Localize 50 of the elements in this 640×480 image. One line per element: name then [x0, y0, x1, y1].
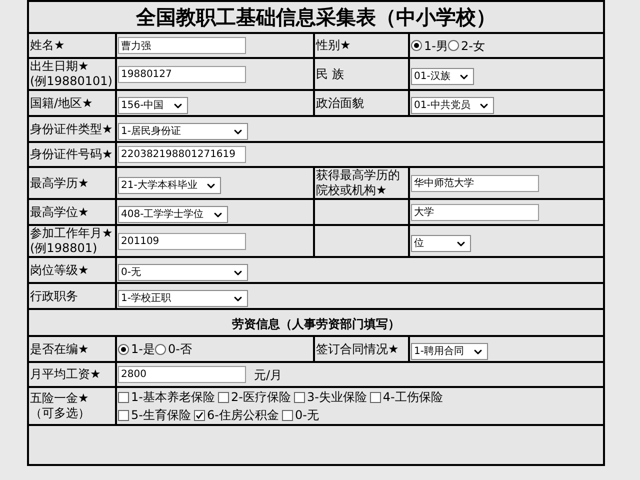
- field-label: 是否在编★: [30, 342, 89, 356]
- field-label: 政治面貌: [316, 96, 364, 110]
- dropdown[interactable]: 1-聘用合同: [411, 343, 488, 360]
- dropdown[interactable]: 01-汉族: [411, 68, 474, 85]
- radio-option[interactable]: 0-否: [154, 340, 192, 358]
- field-label: 参加工作年月★ (例198801): [30, 226, 113, 255]
- checkbox-option[interactable]: 3-失业保险: [294, 388, 367, 406]
- radio-option[interactable]: 1-是: [118, 340, 155, 358]
- field-label: 签订合同情况★: [316, 342, 399, 356]
- field-label: 最高学历★: [30, 176, 89, 190]
- form-title: 全国教职工基础信息采集表（中小学校）: [136, 4, 496, 28]
- text-field[interactable]: 201109: [118, 232, 246, 250]
- dropdown[interactable]: 21-大学本科毕业: [118, 177, 222, 194]
- text-field[interactable]: 2800: [118, 366, 246, 383]
- field-label: 获得最高学历的院校或机构★: [316, 168, 400, 197]
- dropdown[interactable]: 位: [411, 235, 471, 252]
- text-field[interactable]: 大学: [411, 204, 539, 220]
- checkbox-option[interactable]: 5-生育保险: [118, 406, 191, 424]
- section-heading: 劳资信息（人事劳资部门填写）: [232, 316, 400, 330]
- field-label: 身份证件类型★: [30, 122, 113, 136]
- field-label: 出生日期★ (例19880101): [30, 59, 112, 88]
- dropdown[interactable]: 0-无: [118, 264, 248, 281]
- field-label: 行政职务: [30, 288, 78, 302]
- field-label: 五险一金★ （可多选）: [30, 391, 90, 420]
- text-field[interactable]: 曹力强: [118, 37, 246, 54]
- field-label: 性别★: [316, 38, 351, 52]
- field-label: 最高学位★: [30, 204, 89, 218]
- dropdown[interactable]: 1-居民身份证: [118, 123, 248, 140]
- checkbox-option[interactable]: 4-工伤保险: [370, 388, 443, 406]
- checkbox-option[interactable]: 0-无: [282, 406, 319, 424]
- field-label: 身份证件号码★: [30, 147, 113, 161]
- checkbox-option[interactable]: 2-医疗保险: [218, 388, 291, 406]
- checkbox-option[interactable]: 1-基本养老保险: [118, 388, 215, 406]
- field-label: 姓名★: [30, 38, 65, 52]
- field-label: 月平均工资★: [30, 367, 101, 381]
- dropdown[interactable]: 156-中国: [118, 97, 188, 114]
- field-label: 岗位等级★: [30, 262, 89, 276]
- checkbox-option[interactable]: 6-住房公积金: [194, 406, 279, 424]
- field-label: 国籍/地区★: [30, 96, 93, 110]
- text-field[interactable]: 220382198801271619: [118, 146, 246, 163]
- unit-label: 元/月: [254, 366, 282, 384]
- dropdown[interactable]: 1-学校正职: [118, 290, 248, 307]
- radio-option[interactable]: 1-男: [411, 36, 448, 54]
- dropdown[interactable]: 01-中共党员: [411, 97, 494, 114]
- radio-option[interactable]: 2-女: [448, 36, 485, 54]
- text-field[interactable]: 华中师范大学: [411, 174, 539, 192]
- field-label: 民 族: [316, 66, 344, 80]
- text-field[interactable]: 19880127: [118, 66, 246, 82]
- checkmark-icon: [194, 410, 204, 420]
- dropdown[interactable]: 408-工学学士学位: [118, 206, 228, 223]
